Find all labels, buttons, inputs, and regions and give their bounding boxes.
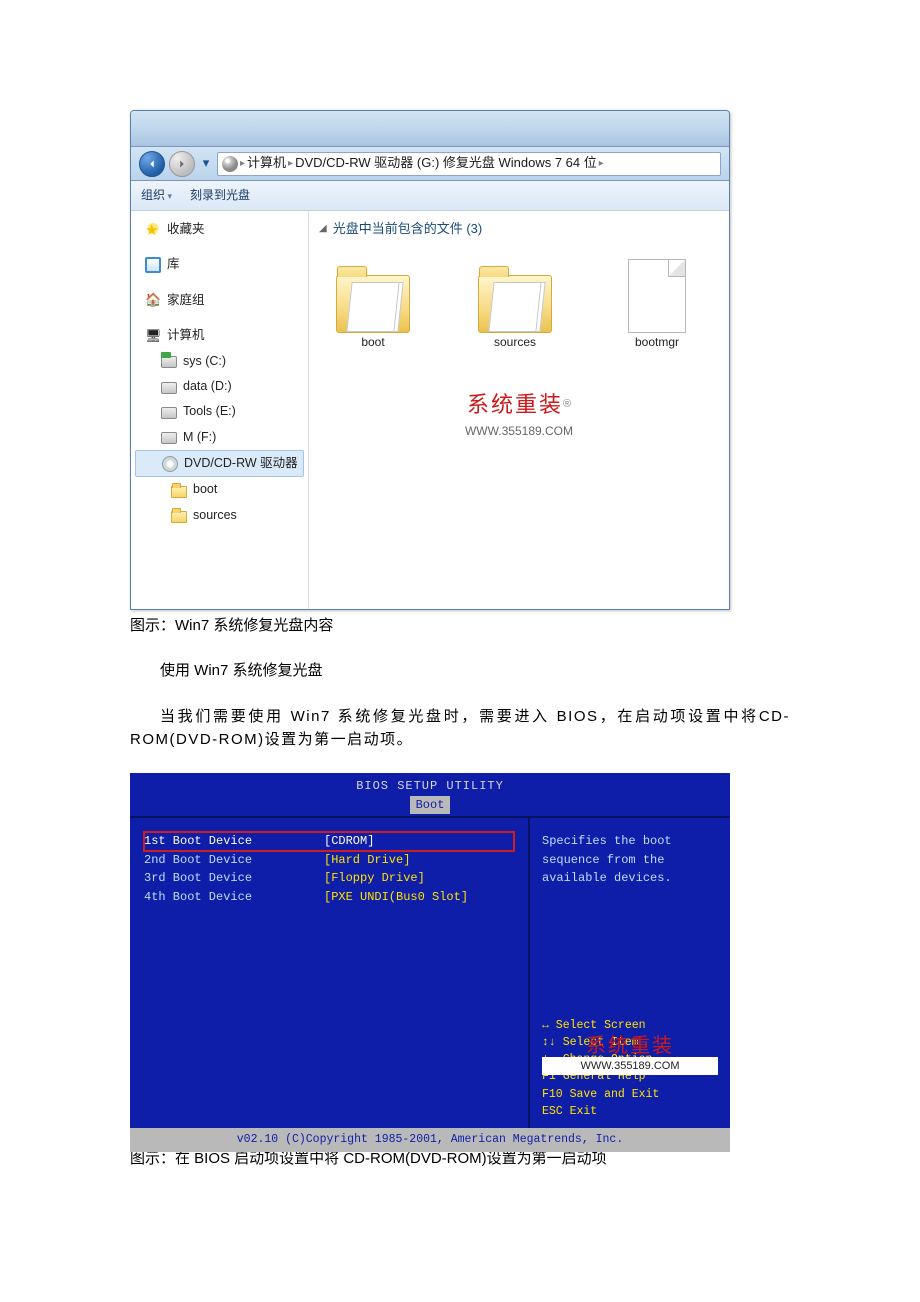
disc-icon <box>222 156 238 172</box>
disk-icon <box>161 356 177 368</box>
sidebar-folder-boot[interactable]: boot <box>131 477 308 502</box>
library-icon <box>145 257 161 273</box>
bios-key-legend: ↔ Select Screen ↕↓ Select Item +- Change… <box>542 1017 718 1121</box>
breadcrumb-seg[interactable]: DVD/CD-RW 驱动器 (G:) 修复光盘 Windows 7 64 位 <box>295 153 597 173</box>
watermark-url: WWW.355189.COM <box>542 1057 718 1076</box>
bios-help-text: Specifies the boot sequence from the ava… <box>542 832 718 888</box>
bios-boot-list: 1st Boot Device [CDROM] 2nd Boot Device … <box>130 818 530 1128</box>
sidebar-drive-f[interactable]: M (F:) <box>131 425 308 450</box>
computer-icon <box>145 328 161 344</box>
bios-help-pane: Specifies the boot sequence from the ava… <box>530 818 730 1128</box>
address-bar[interactable]: ▸ 计算机 ▸ DVD/CD-RW 驱动器 (G:) 修复光盘 Windows … <box>217 152 721 176</box>
disk-icon <box>161 407 177 419</box>
bios-tab-boot[interactable]: Boot <box>410 796 451 815</box>
explorer-window: ▾ ▸ 计算机 ▸ DVD/CD-RW 驱动器 (G:) 修复光盘 Window… <box>130 110 730 610</box>
folder-icon <box>171 511 187 523</box>
disk-icon <box>161 382 177 394</box>
nav-bar: ▾ ▸ 计算机 ▸ DVD/CD-RW 驱动器 (G:) 修复光盘 Window… <box>131 147 729 181</box>
watermark: 系统重装® WWW.355189.COM <box>319 388 719 441</box>
bios-boot-item-1[interactable]: 1st Boot Device [CDROM] <box>144 832 514 851</box>
bios-boot-item-3[interactable]: 3rd Boot Device [Floppy Drive] <box>144 869 514 888</box>
organize-menu[interactable]: 组织 <box>141 186 172 205</box>
sidebar-computer[interactable]: 计算机 <box>131 323 308 348</box>
bios-screenshot: BIOS SETUP UTILITY Boot 1st Boot Device … <box>130 773 730 1143</box>
command-bar: 组织 刻录到光盘 <box>131 181 729 211</box>
file-icon <box>628 259 686 333</box>
sidebar-favorites[interactable]: 收藏夹 <box>131 217 308 242</box>
file-view: ◢ 光盘中当前包含的文件 (3) boot sources bootmgr 系 <box>309 211 729 609</box>
sidebar-libraries[interactable]: 库 <box>131 252 308 277</box>
nav-pane: 收藏夹 库 家庭组 计算机 sys (C:) data (D:) Tools (… <box>131 211 309 609</box>
group-header[interactable]: ◢ 光盘中当前包含的文件 (3) <box>319 215 719 247</box>
burn-to-disc[interactable]: 刻录到光盘 <box>190 186 250 205</box>
star-icon <box>145 222 161 238</box>
file-item-boot[interactable]: boot <box>325 253 421 352</box>
bios-boot-item-2[interactable]: 2nd Boot Device [Hard Drive] <box>144 851 514 870</box>
sidebar-drive-e[interactable]: Tools (E:) <box>131 399 308 424</box>
homegroup-icon <box>145 292 161 308</box>
forward-button[interactable] <box>169 151 195 177</box>
figure-caption-1: 图示：Win7 系统修复光盘内容 <box>130 614 790 637</box>
breadcrumb-seg[interactable]: 计算机 <box>247 153 286 173</box>
chevron-right-icon: ▸ <box>240 156 245 172</box>
history-dropdown[interactable]: ▾ <box>199 157 213 171</box>
sidebar-drive-cd[interactable]: DVD/CD-RW 驱动器 <box>135 450 304 477</box>
explorer-body: 收藏夹 库 家庭组 计算机 sys (C:) data (D:) Tools (… <box>131 211 729 609</box>
sidebar-drive-d[interactable]: data (D:) <box>131 374 308 399</box>
cd-icon <box>162 456 178 472</box>
sidebar-drive-c[interactable]: sys (C:) <box>131 349 308 374</box>
file-item-sources[interactable]: sources <box>467 253 563 352</box>
bios-tab-bar: Boot <box>130 796 730 817</box>
bios-footer: v02.10 (C)Copyright 1985-2001, American … <box>130 1128 730 1152</box>
back-button[interactable] <box>139 151 165 177</box>
file-item-bootmgr[interactable]: bootmgr <box>609 253 705 352</box>
chevron-right-icon: ▸ <box>599 156 604 172</box>
paragraph: 当我们需要使用 Win7 系统修复光盘时，需要进入 BIOS，在启动项设置中将C… <box>130 705 790 752</box>
bios-boot-item-4[interactable]: 4th Boot Device [PXE UNDI(Bus0 Slot] <box>144 888 514 907</box>
sidebar-homegroup[interactable]: 家庭组 <box>131 288 308 313</box>
collapse-icon: ◢ <box>319 221 327 237</box>
bios-title: BIOS SETUP UTILITY <box>130 773 730 796</box>
folder-icon <box>478 275 552 333</box>
chevron-right-icon: ▸ <box>288 156 293 172</box>
title-bar <box>131 111 729 147</box>
folder-icon <box>336 275 410 333</box>
sidebar-folder-sources[interactable]: sources <box>131 503 308 528</box>
disk-icon <box>161 432 177 444</box>
folder-icon <box>171 486 187 498</box>
paragraph: 使用 Win7 系统修复光盘 <box>130 659 790 682</box>
